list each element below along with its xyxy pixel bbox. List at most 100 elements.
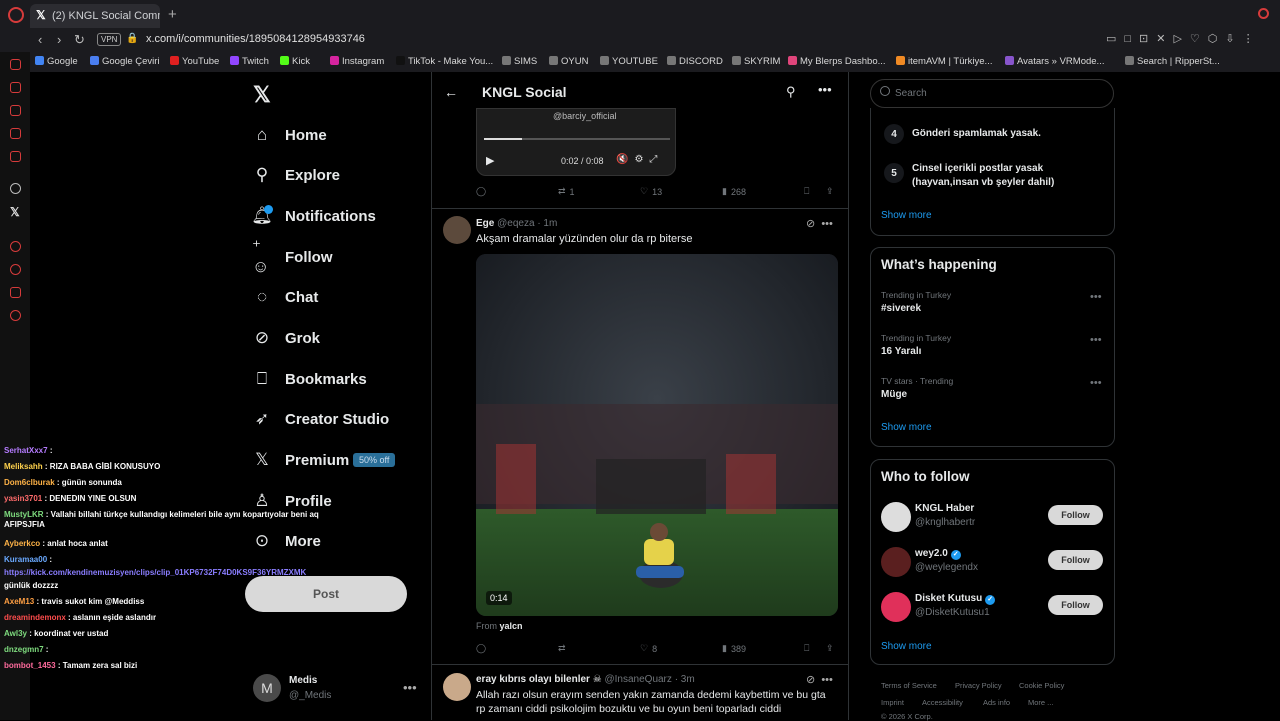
sidebar-app-icon[interactable]	[10, 59, 21, 70]
bookmark-item[interactable]: Kick	[280, 56, 310, 67]
avatar[interactable]	[443, 216, 471, 244]
bookmark-item[interactable]: SKYRIM	[732, 56, 780, 67]
views-button[interactable]: ▮ 268	[722, 186, 746, 197]
nav-item-home[interactable]: ⌂ Home	[252, 120, 327, 150]
avatar[interactable]	[881, 592, 911, 622]
sidebar-history-icon[interactable]	[10, 264, 21, 275]
account-more-icon[interactable]: •••	[403, 680, 417, 695]
suggestion-name[interactable]: Disket Kutusu ✓	[915, 593, 996, 605]
show-more-link[interactable]: Show more	[881, 422, 932, 433]
bookmark-item[interactable]: My Blerps Dashbo...	[788, 56, 886, 67]
views-button[interactable]: ▮ 389	[722, 643, 746, 654]
avatar[interactable]	[443, 673, 471, 701]
bookmark-item[interactable]: Instagram	[330, 56, 384, 67]
sidebar-x-icon[interactable]: 𝕏	[10, 205, 20, 219]
reload-icon[interactable]: ↻	[74, 32, 85, 48]
follow-button[interactable]: Follow	[1048, 550, 1103, 570]
url-field[interactable]: x.com/i/communities/1895084128954933746	[146, 33, 365, 45]
show-more-link[interactable]: Show more	[881, 641, 932, 652]
bookmark-item[interactable]: Twitch	[230, 56, 269, 67]
play-icon[interactable]: ▶	[486, 154, 494, 167]
footer-link[interactable]: Cookie Policy	[1019, 681, 1064, 690]
toolbar-extension-icons[interactable]: ▭□⊡✕▷♡⬡⇩⋮	[1106, 32, 1262, 45]
trend-more-icon[interactable]: •••	[1090, 377, 1102, 389]
share-icon[interactable]: ⇪	[826, 643, 834, 654]
forward-nav-icon[interactable]: ›	[57, 32, 61, 47]
bookmark-item[interactable]: Search | RipperSt...	[1125, 56, 1220, 67]
show-more-link[interactable]: Show more	[881, 210, 932, 221]
repost-icon[interactable]: ⇄	[558, 643, 566, 654]
bookmark-item[interactable]: DISCORD	[667, 56, 723, 67]
like-button[interactable]: ♡ 13	[640, 186, 662, 197]
back-nav-icon[interactable]: ‹	[38, 32, 42, 47]
trend-topic[interactable]: #siverek	[881, 303, 921, 314]
footer-link[interactable]: Terms of Service	[881, 681, 937, 690]
share-icon[interactable]: ⇪	[826, 186, 834, 197]
opera-logo-icon[interactable]	[8, 7, 24, 23]
follow-button[interactable]: Follow	[1048, 595, 1103, 615]
nav-item-chat[interactable]: ◌ Chat	[252, 282, 318, 312]
nav-item-follow[interactable]: ⁺☺ Follow	[252, 237, 333, 276]
nav-item-bookmarks[interactable]: ⎕ Bookmarks	[252, 364, 367, 394]
trend-topic[interactable]: 16 Yaralı	[881, 346, 921, 357]
bookmark-item[interactable]: OYUN	[549, 56, 588, 67]
video-source[interactable]: From yalcn	[476, 621, 523, 631]
author-name[interactable]: eray kıbrıs olayı bilenler	[476, 674, 590, 685]
sidebar-app-icon[interactable]	[10, 151, 21, 162]
browser-tab[interactable]: (2) KNGL Social Communi	[30, 4, 160, 28]
suggestion-name[interactable]: wey2.0 ✓	[915, 548, 961, 560]
footer-link[interactable]: Ads info	[983, 698, 1010, 707]
sidebar-player-icon[interactable]	[10, 241, 21, 252]
like-button[interactable]: ♡ 8	[640, 643, 657, 654]
trend-more-icon[interactable]: •••	[1090, 291, 1102, 303]
author-name[interactable]: Ege	[476, 218, 494, 229]
source-user[interactable]: yalcn	[500, 621, 523, 631]
post-author[interactable]: eray kıbrıs olayı bilenler ☠ @InsaneQuar…	[476, 674, 695, 685]
footer-link[interactable]: Privacy Policy	[955, 681, 1002, 690]
bookmark-item[interactable]: YouTube	[170, 56, 219, 67]
follow-button[interactable]: Follow	[1048, 505, 1103, 525]
video-controls-icons[interactable]: 🔇⚙⤢	[616, 154, 663, 165]
bookmark-item[interactable]: Avatars » VRMode...	[1005, 56, 1104, 67]
vpn-badge[interactable]: VPN	[97, 33, 122, 46]
sidebar-chatgpt-icon[interactable]	[10, 183, 21, 194]
sidebar-app-icon[interactable]	[10, 287, 21, 298]
post-author[interactable]: Ege @eqeza · 1m	[476, 218, 557, 229]
nav-item-explore[interactable]: ⚲ Explore	[252, 160, 340, 190]
repost-button[interactable]: ⇄ 1	[558, 186, 575, 197]
sidebar-app-icon[interactable]	[10, 128, 21, 139]
trend-topic[interactable]: Müge	[881, 389, 907, 400]
sidebar-app-icon[interactable]	[10, 105, 21, 116]
bookmark-item[interactable]: Google Çeviri	[90, 56, 160, 67]
suggestion-name[interactable]: KNGL Haber	[915, 503, 974, 514]
back-arrow-icon[interactable]: ←	[444, 84, 458, 100]
bookmark-item[interactable]: itemAVM | Türkiye...	[896, 56, 992, 67]
avatar[interactable]	[881, 502, 911, 532]
nav-item-grok[interactable]: ⊘ Grok	[252, 323, 320, 353]
bookmark-item[interactable]: Google	[35, 56, 78, 67]
x-logo-icon[interactable]: 𝕏	[253, 82, 271, 108]
footer-link[interactable]: Accessibility	[922, 698, 963, 707]
post-menu-icons[interactable]: ⊘ •••	[806, 673, 833, 686]
reply-icon[interactable]: ◯	[476, 643, 486, 654]
reply-icon[interactable]: ◯	[476, 186, 486, 197]
bookmark-icon[interactable]: ⎕	[804, 186, 809, 197]
new-tab-button[interactable]: +	[168, 6, 177, 23]
sidebar-settings-icon[interactable]	[10, 310, 21, 321]
bookmark-item[interactable]: SIMS	[502, 56, 537, 67]
post-video[interactable]	[476, 254, 838, 616]
sidebar-app-icon[interactable]	[10, 82, 21, 93]
post-menu-icons[interactable]: ⊘ •••	[806, 217, 833, 230]
lock-icon[interactable]: 🔒	[126, 33, 138, 44]
community-search-icon[interactable]: ⚲	[786, 84, 796, 100]
community-more-icon[interactable]: •••	[818, 82, 832, 97]
search-input[interactable]: Search	[870, 79, 1114, 108]
trend-more-icon[interactable]: •••	[1090, 334, 1102, 346]
tab-search-icon[interactable]	[1258, 8, 1269, 19]
bookmark-item[interactable]: TikTok - Make You...	[396, 56, 493, 67]
nav-item-creator-studio[interactable]: ➶ Creator Studio	[252, 404, 389, 434]
footer-link[interactable]: Imprint	[881, 698, 904, 707]
bookmark-icon[interactable]: ⎕	[804, 643, 809, 654]
bookmark-item[interactable]: YOUTUBE	[600, 56, 658, 67]
footer-link[interactable]: More ...	[1028, 698, 1053, 707]
